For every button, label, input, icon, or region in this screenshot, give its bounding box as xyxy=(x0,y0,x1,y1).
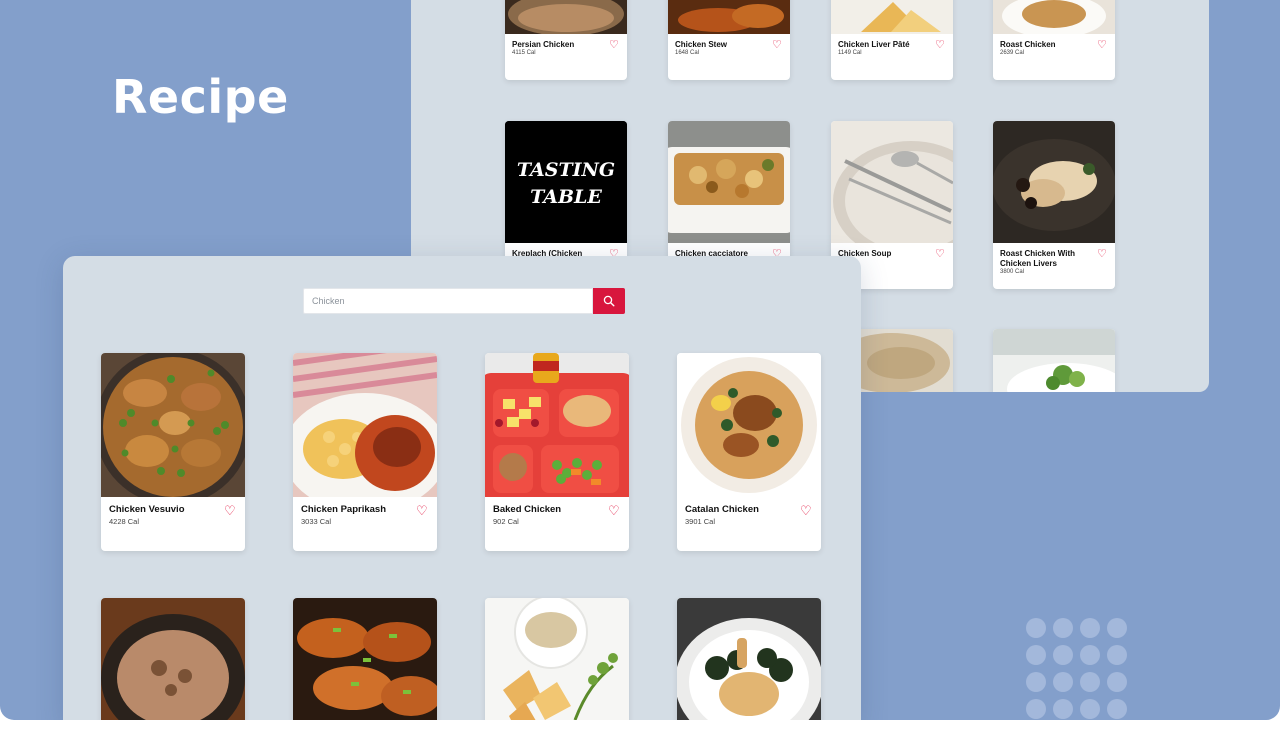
recipe-title: Chicken Liver Pâté xyxy=(838,40,910,49)
recipe-title: Roast Chicken xyxy=(1000,40,1056,49)
recipe-card[interactable]: Chicken Liver Pâté 1149 Cal ♡ xyxy=(831,0,953,80)
heart-icon[interactable]: ♡ xyxy=(416,504,428,517)
recipe-image xyxy=(677,353,821,497)
recipe-calories: 3033 Cal xyxy=(301,517,332,526)
heart-icon[interactable]: ♡ xyxy=(1097,40,1107,51)
recipe-card[interactable] xyxy=(993,329,1115,392)
recipe-card[interactable]: Roast Chicken 2639 Cal ♡ xyxy=(993,0,1115,80)
recipe-card[interactable]: Chicken Stew 1648 Cal ♡ xyxy=(668,0,790,80)
recipe-title: Chicken Vesuvio xyxy=(109,504,185,515)
logo-text-line1: TASTING xyxy=(517,159,615,181)
recipe-card[interactable] xyxy=(101,598,245,720)
recipe-image xyxy=(485,353,629,497)
recipe-image xyxy=(101,598,245,720)
recipe-card[interactable]: Chicken Paprikash 3033 Cal ♡ xyxy=(293,353,437,551)
recipe-title: Chicken Paprikash xyxy=(301,504,387,515)
recipe-calories: 4228 Cal xyxy=(109,517,140,526)
search-button[interactable] xyxy=(593,288,625,314)
recipe-title: Roast Chicken With Chicken Livers xyxy=(1000,249,1076,268)
recipe-card[interactable]: Catalan Chicken 3901 Cal ♡ xyxy=(677,353,821,551)
recipe-calories: 1648 Cal xyxy=(675,50,700,56)
search-icon xyxy=(603,295,615,307)
recipe-image xyxy=(993,329,1115,392)
recipe-calories: 4115 Cal xyxy=(512,50,536,56)
recipe-card[interactable] xyxy=(485,598,629,720)
recipe-card[interactable]: Chicken Vesuvio 4228 Cal ♡ xyxy=(101,353,245,551)
recipe-image xyxy=(831,0,953,76)
recipe-card[interactable]: Baked Chicken 902 Cal ♡ xyxy=(485,353,629,551)
search-input[interactable] xyxy=(303,288,593,314)
heart-icon[interactable]: ♡ xyxy=(224,504,236,517)
recipe-title: Chicken Stew xyxy=(675,40,728,49)
brand-title: Recipe xyxy=(112,70,289,124)
recipe-title: Catalan Chicken xyxy=(685,504,759,515)
recipe-calories: 2639 Cal xyxy=(1000,50,1025,56)
recipe-image xyxy=(293,598,437,720)
tasting-table-logo: TASTING TABLE xyxy=(505,121,627,243)
recipe-image xyxy=(101,353,245,497)
recipe-image xyxy=(293,353,437,497)
recipe-calories: 3800 Cal xyxy=(1000,269,1025,275)
heart-icon[interactable]: ♡ xyxy=(609,40,619,51)
app-stage: Recipe Persian Chicken 4115 Cal ♡ Chicke… xyxy=(0,0,1280,720)
recipe-image xyxy=(668,121,790,243)
recipe-image xyxy=(677,598,821,720)
heart-icon[interactable]: ♡ xyxy=(935,249,945,260)
recipe-image xyxy=(668,0,790,76)
recipe-card[interactable] xyxy=(293,598,437,720)
heart-icon[interactable]: ♡ xyxy=(1097,249,1107,260)
heart-icon[interactable]: ♡ xyxy=(772,40,782,51)
recipe-card[interactable]: Persian Chicken 4115 Cal ♡ xyxy=(505,0,627,80)
heart-icon[interactable]: ♡ xyxy=(608,504,620,517)
recipe-calories: 902 Cal xyxy=(493,517,519,526)
recipe-title: Persian Chicken xyxy=(512,40,575,49)
recipe-card[interactable]: Roast Chicken With Chicken Livers 3800 C… xyxy=(993,121,1115,289)
recipe-calories: 3901 Cal xyxy=(685,517,716,526)
heart-icon[interactable]: ♡ xyxy=(800,504,812,517)
front-recipe-window: Chicken Vesuvio 4228 Cal ♡ Chicken Papri… xyxy=(63,256,861,720)
recipe-image xyxy=(993,121,1115,243)
recipe-image xyxy=(993,0,1115,76)
recipe-calories: 1149 Cal xyxy=(838,50,862,56)
logo-text-line2: TABLE xyxy=(530,186,602,208)
recipe-card[interactable] xyxy=(677,598,821,720)
recipe-image xyxy=(831,121,953,243)
recipe-image xyxy=(485,598,629,720)
recipe-title: Baked Chicken xyxy=(493,504,562,515)
recipe-image xyxy=(505,0,627,76)
decorative-dot-grid xyxy=(1026,618,1130,719)
heart-icon[interactable]: ♡ xyxy=(935,40,945,51)
